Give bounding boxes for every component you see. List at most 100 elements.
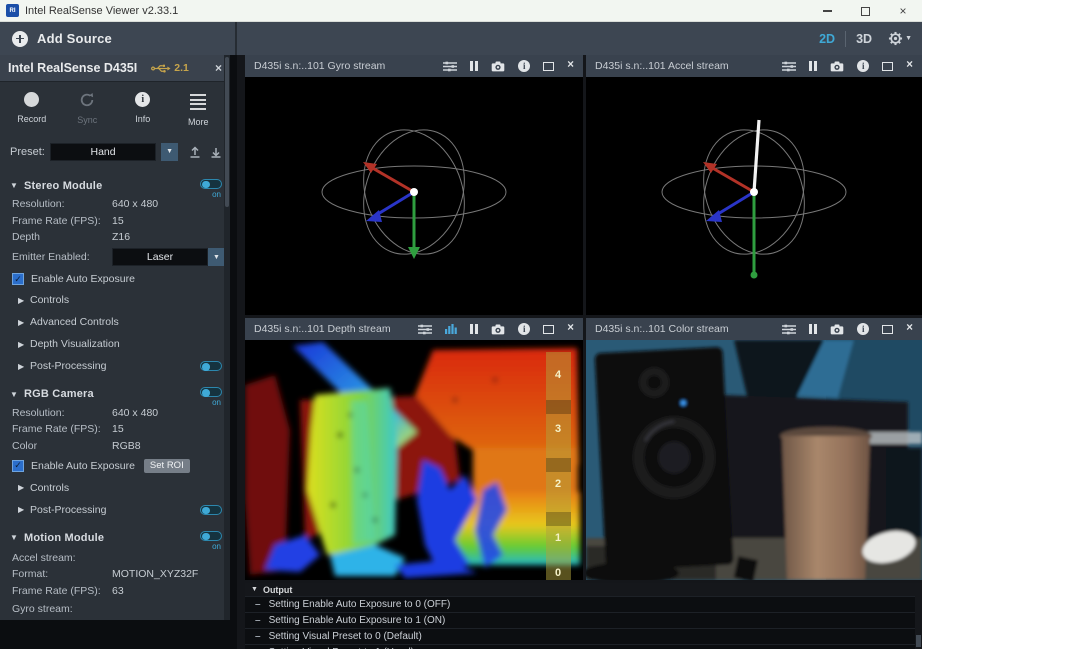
- rgb-controls-link[interactable]: ▶ Controls: [0, 481, 230, 495]
- gyro-stream-group-label: Gyro stream:: [0, 603, 230, 615]
- stream-options-icon[interactable]: [443, 61, 457, 72]
- accel-format-row: Format: MOTION_XYZ32F: [0, 568, 230, 580]
- stereo-depth-visualization-link[interactable]: ▶ Depth Visualization: [0, 337, 230, 351]
- save-preset-icon[interactable]: [210, 146, 222, 158]
- maximize-button[interactable]: [846, 0, 884, 22]
- stream-close-icon[interactable]: ×: [906, 323, 913, 335]
- section-motion-module[interactable]: ▼ Motion Module on: [0, 530, 230, 546]
- log-bullet-icon: –: [255, 599, 261, 610]
- stream-info-icon[interactable]: i: [518, 323, 530, 335]
- output-title: Output: [263, 585, 293, 595]
- sync-button[interactable]: Sync: [60, 92, 116, 127]
- snapshot-icon[interactable]: [830, 324, 844, 335]
- more-button[interactable]: More: [171, 92, 227, 127]
- preset-select[interactable]: Hand: [50, 143, 156, 161]
- snapshot-icon[interactable]: [491, 324, 505, 335]
- snapshot-icon[interactable]: [830, 61, 844, 72]
- record-button[interactable]: Record: [4, 92, 60, 127]
- device-sidebar: Intel RealSense D435I 2.1 ×: [0, 55, 237, 649]
- window-title: Intel RealSense Viewer v2.33.1: [25, 5, 178, 17]
- stereo-post-processing-link[interactable]: ▶ Post-Processing: [0, 359, 230, 373]
- mode-divider: [845, 31, 846, 47]
- depth-panel-header: D435i s.n:..101 Depth stream i ×: [245, 318, 583, 340]
- color-panel-header: D435i s.n:..101 Color stream i ×: [586, 318, 922, 340]
- section-stereo-module[interactable]: ▼ Stereo Module on: [0, 178, 230, 194]
- stream-options-icon[interactable]: [782, 61, 796, 72]
- tab-2d[interactable]: 2D: [819, 32, 835, 46]
- stream-options-icon[interactable]: [418, 324, 432, 335]
- stream-close-icon[interactable]: ×: [567, 60, 574, 72]
- usb-version: 2.1: [174, 62, 189, 74]
- rgb-toggle[interactable]: [200, 387, 222, 397]
- sidebar-scrollbar[interactable]: [224, 55, 230, 620]
- usb-icon: [151, 63, 171, 74]
- settings-button[interactable]: ▼: [888, 31, 912, 46]
- stream-grid: D435i s.n:..101 Gyro stream i ×: [237, 55, 922, 649]
- stereo-advanced-controls-link[interactable]: ▶ Advanced Controls: [0, 315, 230, 329]
- motion-on-label: on: [212, 542, 221, 551]
- close-button[interactable]: ×: [884, 0, 922, 22]
- info-button[interactable]: i Info: [115, 92, 171, 127]
- color-stream-view[interactable]: [586, 340, 922, 580]
- pause-icon[interactable]: [809, 61, 817, 71]
- emitter-dropdown-button[interactable]: ▼: [208, 248, 225, 266]
- stereo-post-processing-toggle[interactable]: [200, 361, 222, 371]
- pause-icon[interactable]: [470, 61, 478, 71]
- snapshot-icon[interactable]: [491, 61, 505, 72]
- record-icon: [24, 92, 39, 107]
- stereo-auto-exposure-checkbox[interactable]: ✓: [12, 273, 24, 285]
- usb-badge: 2.1: [151, 62, 189, 74]
- set-roi-button[interactable]: Set ROI: [144, 459, 190, 473]
- motion-toggle[interactable]: [200, 531, 222, 541]
- device-actions: Record Sync i Info More: [0, 82, 230, 133]
- gyro-stream-title: D435i s.n:..101 Gyro stream: [254, 60, 385, 72]
- stream-close-icon[interactable]: ×: [906, 60, 913, 72]
- preset-dropdown-button[interactable]: ▼: [161, 143, 178, 161]
- depth-stream-view[interactable]: 4 3 2 1 0: [245, 340, 583, 580]
- emitter-select[interactable]: Laser: [112, 248, 208, 266]
- log-line: – Setting Visual Preset to 1 (Hand): [245, 644, 922, 649]
- rgb-post-processing-toggle[interactable]: [200, 505, 222, 515]
- expanded-icon: ▼: [10, 181, 24, 190]
- accel-framerate-row: Frame Rate (FPS): 63: [0, 585, 230, 597]
- stream-maximize-icon[interactable]: [543, 62, 554, 71]
- stream-maximize-icon[interactable]: [882, 325, 893, 334]
- stream-maximize-icon[interactable]: [882, 62, 893, 71]
- rgb-on-label: on: [212, 398, 221, 407]
- tab-3d[interactable]: 3D: [856, 32, 872, 46]
- log-bullet-icon: –: [255, 631, 261, 642]
- add-source-button[interactable]: Add Source: [0, 22, 237, 55]
- output-scrollbar[interactable]: [915, 596, 922, 649]
- section-rgb-camera[interactable]: ▼ RGB Camera on: [0, 386, 230, 402]
- stream-info-icon[interactable]: i: [857, 323, 869, 335]
- histogram-icon[interactable]: [445, 324, 457, 334]
- pause-icon[interactable]: [470, 324, 478, 334]
- accel-stream-view[interactable]: [586, 77, 922, 315]
- load-preset-icon[interactable]: [189, 146, 201, 158]
- stream-close-icon[interactable]: ×: [567, 323, 574, 335]
- depth-colormap-image: 4 3 2 1 0: [245, 340, 583, 580]
- color-stream-title: D435i s.n:..101 Color stream: [595, 323, 729, 335]
- depth-scale-tick: 2: [555, 478, 561, 490]
- rgb-post-processing-link[interactable]: ▶ Post-Processing: [0, 503, 230, 517]
- log-line: – Setting Enable Auto Exposure to 0 (OFF…: [245, 596, 922, 612]
- stereo-controls-link[interactable]: ▶ Controls: [0, 293, 230, 307]
- stream-options-icon[interactable]: [782, 324, 796, 335]
- expanded-icon: ▼: [251, 586, 258, 593]
- stereo-toggle[interactable]: [200, 179, 222, 189]
- stream-info-icon[interactable]: i: [518, 60, 530, 72]
- accel-panel-header: D435i s.n:..101 Accel stream i ×: [586, 55, 922, 77]
- screenshot-stage: RI Intel RealSense Viewer v2.33.1 × Add …: [0, 0, 1080, 649]
- stream-info-icon[interactable]: i: [857, 60, 869, 72]
- depth-scale-tick: 0: [555, 567, 561, 579]
- stream-maximize-icon[interactable]: [543, 325, 554, 334]
- accel-stream-title: D435i s.n:..101 Accel stream: [595, 60, 729, 72]
- pause-icon[interactable]: [809, 324, 817, 334]
- gyro-stream-view[interactable]: [245, 77, 583, 315]
- rgb-resolution-row: Resolution: 640 x 480: [0, 407, 230, 419]
- minimize-button[interactable]: [808, 0, 846, 22]
- info-icon: i: [135, 92, 150, 107]
- output-header[interactable]: ▼ Output: [245, 583, 922, 596]
- device-close-button[interactable]: ×: [215, 61, 222, 75]
- rgb-auto-exposure-checkbox[interactable]: ✓: [12, 460, 24, 472]
